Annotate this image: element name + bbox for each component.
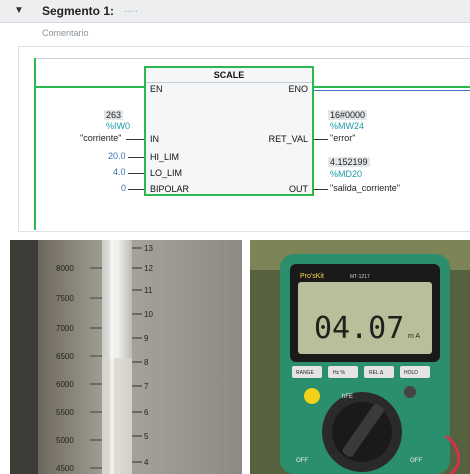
scale-label-13: 13 bbox=[144, 244, 153, 253]
retval-address[interactable]: %MW24 bbox=[330, 121, 364, 131]
in-wire bbox=[126, 139, 144, 140]
pin-bipolar[interactable]: BIPOLAR bbox=[150, 184, 189, 194]
brand-label: Pro'sKit bbox=[300, 273, 324, 280]
scale-label-12: 12 bbox=[144, 264, 153, 273]
retval-tag[interactable]: "error" bbox=[330, 133, 355, 143]
hi-lim-wire bbox=[128, 157, 144, 158]
lcd-reading: 04.07 bbox=[314, 311, 404, 346]
block-title: SCALE bbox=[213, 70, 245, 80]
eno-wire bbox=[312, 86, 470, 88]
dial-label-off-right: OFF bbox=[410, 458, 422, 464]
hz-button-label: Hz % bbox=[333, 370, 346, 376]
scale-label-7: 7 bbox=[144, 382, 149, 391]
range-button-label: RANGE bbox=[296, 370, 314, 376]
collapse-arrow-icon[interactable]: ▼ bbox=[14, 5, 24, 16]
tank-gauge-photo: 8000 7500 7000 6500 6000 5500 5000 4500 … bbox=[10, 240, 242, 474]
pin-lo-lim[interactable]: LO_LIM bbox=[150, 168, 182, 178]
hold-button-label: HOLD bbox=[404, 370, 418, 376]
scale-label-4: 4 bbox=[144, 458, 149, 467]
pin-ret-val[interactable]: RET_VAL bbox=[269, 134, 308, 144]
in-tag[interactable]: "corriente" bbox=[80, 133, 121, 143]
network-header[interactable]: ▼ Segmento 1: ..... bbox=[0, 0, 470, 23]
scale-label-6000: 6000 bbox=[56, 380, 74, 389]
scale-label-8000: 8000 bbox=[56, 264, 74, 273]
out-wire bbox=[314, 189, 328, 190]
scale-label-11: 11 bbox=[144, 286, 153, 295]
tank-gauge-image: 8000 7500 7000 6500 6000 5500 5000 4500 … bbox=[10, 240, 242, 474]
scale-label-7000: 7000 bbox=[56, 324, 74, 333]
network-title-placeholder[interactable]: ..... bbox=[124, 4, 138, 15]
scale-label-4500: 4500 bbox=[56, 464, 74, 473]
scale-label-9: 9 bbox=[144, 334, 149, 343]
model-label: MT-1217 bbox=[350, 274, 370, 280]
scale-label-6: 6 bbox=[144, 408, 149, 417]
lcd-unit: m A bbox=[408, 333, 420, 340]
scale-function-block[interactable]: SCALE EN ENO IN RET_VAL HI_LIM LO_LIM BI… bbox=[144, 66, 314, 196]
network-title: Segmento 1: bbox=[42, 4, 115, 18]
retval-wire bbox=[314, 139, 328, 140]
scale-label-8: 8 bbox=[144, 358, 149, 367]
rel-button-label: REL Δ bbox=[369, 370, 384, 376]
in-address[interactable]: %IW0 bbox=[106, 121, 130, 131]
hi-lim-constant[interactable]: 20.0 bbox=[108, 151, 126, 161]
out-tag[interactable]: "salida_corriente" bbox=[330, 183, 400, 193]
pin-en[interactable]: EN bbox=[150, 84, 163, 94]
network-comment-field[interactable]: Comentario bbox=[42, 28, 89, 38]
pin-hi-lim[interactable]: HI_LIM bbox=[150, 152, 179, 162]
out-live-value: 4.152199 bbox=[328, 157, 370, 167]
scale-label-6500: 6500 bbox=[56, 352, 74, 361]
dial-label-off-left: OFF bbox=[296, 458, 308, 464]
backlight-button[interactable] bbox=[404, 386, 416, 398]
block-title-separator bbox=[146, 82, 312, 83]
multimeter-image: Pro'sKit MT-1217 04.07 m A RANGE Hz % RE… bbox=[250, 240, 470, 474]
rung-divider bbox=[36, 58, 470, 59]
pin-in[interactable]: IN bbox=[150, 134, 159, 144]
pin-eno[interactable]: ENO bbox=[288, 84, 308, 94]
scale-label-5500: 5500 bbox=[56, 408, 74, 417]
retval-live-value: 16#0000 bbox=[328, 110, 368, 120]
en-wire bbox=[36, 86, 144, 88]
multimeter-photo: Pro'sKit MT-1217 04.07 m A RANGE Hz % RE… bbox=[250, 240, 470, 474]
out-address[interactable]: %MD20 bbox=[330, 169, 362, 179]
bipolar-constant[interactable]: 0 bbox=[121, 183, 126, 193]
in-live-value: 263 bbox=[104, 110, 124, 120]
scale-label-5000: 5000 bbox=[56, 436, 74, 445]
scale-label-7500: 7500 bbox=[56, 294, 74, 303]
function-button[interactable] bbox=[304, 388, 320, 404]
eno-wire-shadow bbox=[312, 90, 470, 91]
bipolar-wire bbox=[128, 189, 144, 190]
scale-label-5: 5 bbox=[144, 432, 149, 441]
lo-lim-constant[interactable]: 4.0 bbox=[113, 167, 126, 177]
lo-lim-wire bbox=[128, 173, 144, 174]
scale-label-10: 10 bbox=[144, 310, 153, 319]
power-rail bbox=[34, 58, 36, 230]
pin-out[interactable]: OUT bbox=[289, 184, 308, 194]
dial-label-hfe: hFE bbox=[342, 394, 353, 400]
